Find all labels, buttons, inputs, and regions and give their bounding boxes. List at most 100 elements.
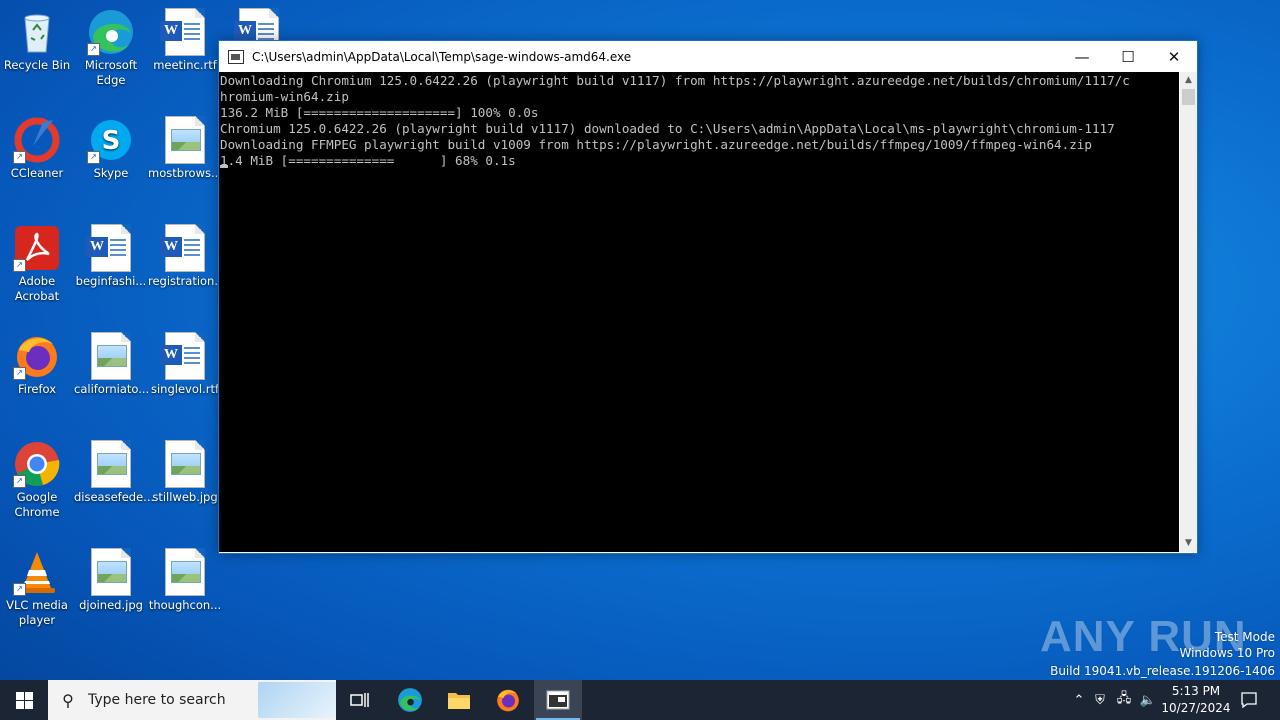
recycle-bin-icon xyxy=(13,8,61,56)
chrome-icon: ↗ xyxy=(13,440,61,488)
console-progress-line: 1.4 MiB [============== ] 68% 0.1s xyxy=(220,153,516,168)
vlc-icon: ↗ xyxy=(13,548,61,596)
desktop-icon-beginfashi[interactable]: W beginfashi... xyxy=(74,224,148,289)
desktop-icon-label: beginfashi... xyxy=(75,274,147,288)
search-placeholder: Type here to search xyxy=(88,692,226,708)
taskbar-clock[interactable]: 5:13 PM 10/27/2024 xyxy=(1160,683,1232,717)
console-line: hromium-win64.zip xyxy=(220,89,349,104)
desktop-icon-adobe-acrobat[interactable]: ↗ Adobe Acrobat xyxy=(0,224,74,304)
minimize-button[interactable]: — xyxy=(1059,41,1105,72)
network-icon[interactable]: 🖧 xyxy=(1112,689,1136,711)
desktop-icon-ccleaner[interactable]: ↗ CCleaner xyxy=(0,116,74,181)
desktop-icon-label: meetinc.rtf xyxy=(153,58,217,72)
console-line: Downloading FFMPEG playwright build v100… xyxy=(220,137,1092,152)
start-button[interactable] xyxy=(0,680,48,720)
desktop-icon-label: VLC media player xyxy=(6,598,68,627)
desktop-icon-label: mostbrows... xyxy=(148,166,222,180)
scrollbar-thumb[interactable] xyxy=(1182,89,1195,105)
taskbar: ⚲ Type here to search ⌃ ⛨ 🖧 🔈 5:13 PM 10… xyxy=(0,680,1280,720)
scroll-up-icon[interactable]: ▲ xyxy=(1180,72,1197,89)
ccleaner-icon: ↗ xyxy=(13,116,61,164)
image-file-icon xyxy=(87,548,135,596)
notification-icon xyxy=(1241,692,1257,709)
desktop-icon-label: Skype xyxy=(93,166,129,180)
desktop-icon-label: Recycle Bin xyxy=(3,58,71,72)
desktop-icon-label: djoined.jpg xyxy=(79,598,143,612)
notification-center-button[interactable] xyxy=(1234,680,1264,720)
windows-edition-text: Windows 10 Pro xyxy=(1179,646,1275,660)
image-file-icon xyxy=(161,548,209,596)
image-file-icon xyxy=(161,440,209,488)
console-output[interactable]: Downloading Chromium 125.0.6422.26 (play… xyxy=(219,72,1179,552)
taskbar-firefox-button[interactable] xyxy=(488,680,528,720)
desktop-icon-label: thoughcon... xyxy=(148,598,222,612)
console-app-icon xyxy=(228,49,244,64)
desktop-icon-label: singlevol.rtf xyxy=(150,382,220,396)
desktop-icon-skype[interactable]: S ↗ Skype xyxy=(74,116,148,181)
image-file-icon xyxy=(87,440,135,488)
desktop-icon-firefox[interactable]: ↗ Firefox xyxy=(0,332,74,397)
windows-logo-icon xyxy=(15,691,33,709)
desktop-icon-label: californiato... xyxy=(74,382,150,396)
image-file-icon xyxy=(87,332,135,380)
clock-date: 10/27/2024 xyxy=(1161,701,1231,715)
task-view-icon xyxy=(350,693,369,707)
edge-icon xyxy=(398,688,422,712)
svg-text:S: S xyxy=(102,126,121,156)
desktop-icon-californiato[interactable]: californiato... xyxy=(74,332,150,397)
scroll-down-icon[interactable]: ▼ xyxy=(1180,535,1197,552)
taskbar-file-explorer-button[interactable] xyxy=(439,680,479,720)
desktop-icon-label: Firefox xyxy=(17,382,57,396)
word-document-icon: W xyxy=(160,332,209,380)
window-title: C:\Users\admin\AppData\Local\Temp\sage-w… xyxy=(252,49,632,64)
console-cursor xyxy=(220,165,228,168)
desktop-icon-label: Google Chrome xyxy=(14,490,60,519)
acrobat-icon: ↗ xyxy=(13,224,61,272)
vertical-scrollbar[interactable]: ▲ ▼ xyxy=(1180,72,1197,552)
skype-icon: S ↗ xyxy=(87,116,135,164)
clock-time: 5:13 PM xyxy=(1171,684,1221,698)
search-highlight-image xyxy=(258,682,336,718)
taskbar-search-box[interactable]: ⚲ Type here to search xyxy=(48,680,336,720)
desktop-icon-djoined[interactable]: djoined.jpg xyxy=(74,548,148,613)
search-icon: ⚲ xyxy=(62,690,74,710)
desktop-icon-label: diseasefede... xyxy=(74,490,155,504)
edge-icon: ↗ xyxy=(87,8,135,56)
firefox-icon xyxy=(497,689,519,712)
build-text: Build 19041.vb_release.191206-1406 xyxy=(1050,664,1275,678)
console-app-icon xyxy=(546,690,570,710)
security-icon[interactable]: ⛨ xyxy=(1088,693,1112,708)
console-window[interactable]: C:\Users\admin\AppData\Local\Temp\sage-w… xyxy=(218,40,1198,554)
system-tray: ⌃ ⛨ 🖧 🔈 xyxy=(1070,680,1160,720)
desktop-icon-recycle-bin[interactable]: Recycle Bin xyxy=(0,8,74,73)
desktop-icon-google-chrome[interactable]: ↗ Google Chrome xyxy=(0,440,74,520)
taskbar-console-button[interactable] xyxy=(534,680,582,720)
taskbar-edge-button[interactable] xyxy=(390,680,430,720)
desktop-icon-diseasefede[interactable]: diseasefede... xyxy=(74,440,155,505)
task-view-button[interactable] xyxy=(340,680,380,720)
desktop-icon-label: Microsoft Edge xyxy=(84,58,138,87)
desktop-icon-label: registration... xyxy=(148,274,226,288)
desktop-icon-meetinc[interactable]: W meetinc.rtf xyxy=(148,8,222,73)
desktop-icon-stillweb[interactable]: stillweb.jpg xyxy=(148,440,222,505)
image-file-icon xyxy=(161,116,209,164)
window-titlebar[interactable]: C:\Users\admin\AppData\Local\Temp\sage-w… xyxy=(219,41,1197,72)
desktop-icon-mostbrows[interactable]: mostbrows... xyxy=(148,116,222,181)
maximize-button[interactable]: ☐ xyxy=(1105,41,1151,72)
close-button[interactable]: ✕ xyxy=(1151,41,1197,72)
desktop-icon-vlc[interactable]: ↗ VLC media player xyxy=(0,548,74,628)
chevron-up-icon[interactable]: ⌃ xyxy=(1070,693,1088,708)
word-document-icon: W xyxy=(160,224,209,272)
console-line: Chromium 125.0.6422.26 (playwright build… xyxy=(220,121,1115,136)
console-line: Downloading Chromium 125.0.6422.26 (play… xyxy=(220,73,1130,88)
test-mode-text: Test Mode xyxy=(1214,630,1275,644)
word-document-icon: W xyxy=(160,8,209,56)
desktop-icon-thoughcon[interactable]: thoughcon... xyxy=(148,548,222,613)
word-document-icon: W xyxy=(86,224,135,272)
desktop-icon-singlevol[interactable]: W singlevol.rtf xyxy=(148,332,222,397)
volume-icon[interactable]: 🔈 xyxy=(1136,693,1160,708)
desktop-icon-registration[interactable]: W registration... xyxy=(148,224,226,289)
folder-icon xyxy=(448,693,470,709)
desktop-icon-microsoft-edge[interactable]: ↗ Microsoft Edge xyxy=(74,8,148,88)
desktop-icon-label: CCleaner xyxy=(10,166,64,180)
